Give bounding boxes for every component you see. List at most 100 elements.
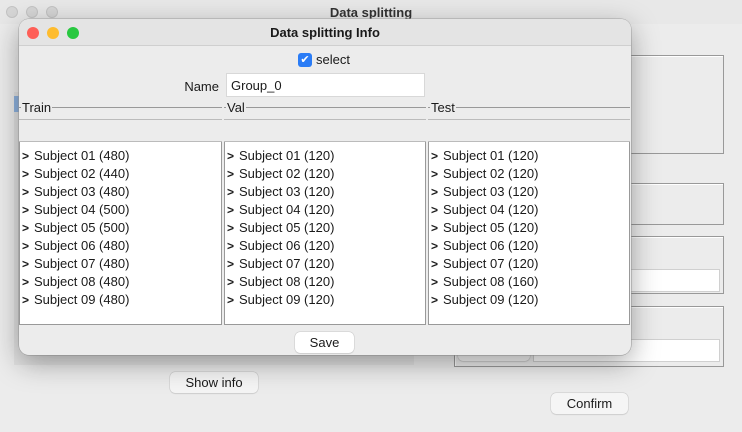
subject-label: Subject 03 (120) [239, 184, 335, 199]
tree-node-subject[interactable]: > Subject 05 (120) [225, 219, 425, 237]
checkmark-icon: ✔ [300, 54, 310, 66]
subject-label: Subject 08 (120) [239, 274, 335, 289]
tree-node-subject[interactable]: > Subject 08 (160) [429, 273, 629, 291]
chevron-right-icon[interactable]: > [227, 165, 239, 183]
subject-label: Subject 06 (480) [34, 238, 130, 253]
chevron-right-icon[interactable]: > [431, 237, 443, 255]
chevron-right-icon[interactable]: > [431, 255, 443, 273]
chevron-right-icon[interactable]: > [431, 291, 443, 309]
subject-label: Subject 02 (120) [239, 166, 335, 181]
chevron-right-icon[interactable]: > [431, 183, 443, 201]
tree-node-subject[interactable]: > Subject 02 (440) [20, 165, 221, 183]
tree-node-subject[interactable]: > Subject 04 (500) [20, 201, 221, 219]
tree-node-subject[interactable]: > Subject 05 (120) [429, 219, 629, 237]
tree-node-subject[interactable]: > Subject 07 (480) [20, 255, 221, 273]
chevron-right-icon[interactable]: > [227, 219, 239, 237]
tree-node-subject[interactable]: > Subject 08 (120) [225, 273, 425, 291]
tree-node-subject[interactable]: > Subject 06 (480) [20, 237, 221, 255]
chevron-right-icon[interactable]: > [227, 237, 239, 255]
tree-node-subject[interactable]: > Subject 07 (120) [225, 255, 425, 273]
subject-label: Subject 07 (120) [443, 256, 539, 271]
chevron-right-icon[interactable]: > [431, 147, 443, 165]
subject-label: Subject 05 (120) [443, 220, 539, 235]
subject-label: Subject 01 (480) [34, 148, 130, 163]
chevron-right-icon[interactable]: > [227, 147, 239, 165]
dialog-title-bar: Data splitting Info [19, 19, 631, 46]
tree-node-subject[interactable]: > Subject 04 (120) [429, 201, 629, 219]
select-label: select [316, 52, 350, 67]
chevron-right-icon[interactable]: > [431, 165, 443, 183]
tree-node-subject[interactable]: > Subject 05 (500) [20, 219, 221, 237]
test-list[interactable]: > Subject 01 (120) > Subject 02 (120) > Subje… [428, 142, 630, 325]
chevron-right-icon[interactable]: > [22, 183, 34, 201]
select-checkbox[interactable]: ✔ [298, 53, 312, 67]
chevron-right-icon[interactable]: > [431, 201, 443, 219]
confirm-button[interactable]: Confirm [551, 393, 628, 414]
tree-node-subject[interactable]: > Subject 03 (480) [20, 183, 221, 201]
chevron-right-icon[interactable]: > [431, 273, 443, 291]
subject-label: Subject 01 (120) [239, 148, 335, 163]
chevron-right-icon[interactable]: > [22, 201, 34, 219]
tree-node-subject[interactable]: > Subject 01 (480) [20, 147, 221, 165]
name-input[interactable] [226, 73, 425, 97]
chevron-right-icon[interactable]: > [22, 165, 34, 183]
dialog-title: Data splitting Info [270, 25, 380, 40]
val-column-header [224, 119, 426, 142]
show-info-button[interactable]: Show info [170, 372, 258, 393]
chevron-right-icon[interactable]: > [431, 219, 443, 237]
chevron-right-icon[interactable]: > [22, 291, 34, 309]
background-frame-1 [620, 55, 724, 154]
subject-label: Subject 02 (120) [443, 166, 539, 181]
train-list[interactable]: > Subject 01 (480) > Subject 02 (440) > Subje… [19, 142, 222, 325]
subject-label: Subject 06 (120) [239, 238, 335, 253]
chevron-right-icon[interactable]: > [22, 273, 34, 291]
minimize-button[interactable] [47, 27, 59, 39]
tree-node-subject[interactable]: > Subject 09 (120) [429, 291, 629, 309]
chevron-right-icon[interactable]: > [22, 219, 34, 237]
close-button[interactable] [27, 27, 39, 39]
tree-node-subject[interactable]: > Subject 08 (480) [20, 273, 221, 291]
subject-label: Subject 09 (480) [34, 292, 130, 307]
background-input-1[interactable] [620, 269, 720, 292]
tree-node-subject[interactable]: > Subject 01 (120) [225, 147, 425, 165]
val-column: Val > Subject 01 (120) > Subject 02 (120) > S… [224, 100, 426, 325]
tree-node-subject[interactable]: > Subject 06 (120) [225, 237, 425, 255]
subject-label: Subject 02 (440) [34, 166, 130, 181]
chevron-right-icon[interactable]: > [227, 255, 239, 273]
subject-label: Subject 01 (120) [443, 148, 539, 163]
tree-node-subject[interactable]: > Subject 04 (120) [225, 201, 425, 219]
chevron-right-icon[interactable]: > [227, 291, 239, 309]
tree-node-subject[interactable]: > Subject 03 (120) [225, 183, 425, 201]
subject-label: Subject 09 (120) [443, 292, 539, 307]
zoom-button[interactable] [67, 27, 79, 39]
subject-label: Subject 08 (160) [443, 274, 539, 289]
subject-label: Subject 04 (500) [34, 202, 130, 217]
tree-node-subject[interactable]: > Subject 02 (120) [429, 165, 629, 183]
chevron-right-icon[interactable]: > [22, 237, 34, 255]
chevron-right-icon[interactable]: > [22, 147, 34, 165]
tree-node-subject[interactable]: > Subject 01 (120) [429, 147, 629, 165]
test-column: Test > Subject 01 (120) > Subject 02 (120) >… [428, 100, 630, 325]
chevron-right-icon[interactable]: > [22, 255, 34, 273]
test-column-header [428, 119, 630, 142]
subject-label: Subject 07 (120) [239, 256, 335, 271]
minimize-button-inactive[interactable] [26, 6, 38, 18]
train-column-header [19, 119, 222, 142]
tree-node-subject[interactable]: > Subject 09 (480) [20, 291, 221, 309]
tree-node-subject[interactable]: > Subject 03 (120) [429, 183, 629, 201]
chevron-right-icon[interactable]: > [227, 183, 239, 201]
tree-node-subject[interactable]: > Subject 07 (120) [429, 255, 629, 273]
zoom-button-inactive[interactable] [46, 6, 58, 18]
val-list[interactable]: > Subject 01 (120) > Subject 02 (120) > Subje… [224, 142, 426, 325]
subject-label: Subject 03 (480) [34, 184, 130, 199]
subject-label: Subject 07 (480) [34, 256, 130, 271]
tree-node-subject[interactable]: > Subject 09 (120) [225, 291, 425, 309]
chevron-right-icon[interactable]: > [227, 201, 239, 219]
subject-label: Subject 04 (120) [443, 202, 539, 217]
name-label: Name [184, 79, 219, 94]
tree-node-subject[interactable]: > Subject 06 (120) [429, 237, 629, 255]
close-button-inactive[interactable] [6, 6, 18, 18]
save-button[interactable]: Save [295, 332, 354, 353]
tree-node-subject[interactable]: > Subject 02 (120) [225, 165, 425, 183]
chevron-right-icon[interactable]: > [227, 273, 239, 291]
